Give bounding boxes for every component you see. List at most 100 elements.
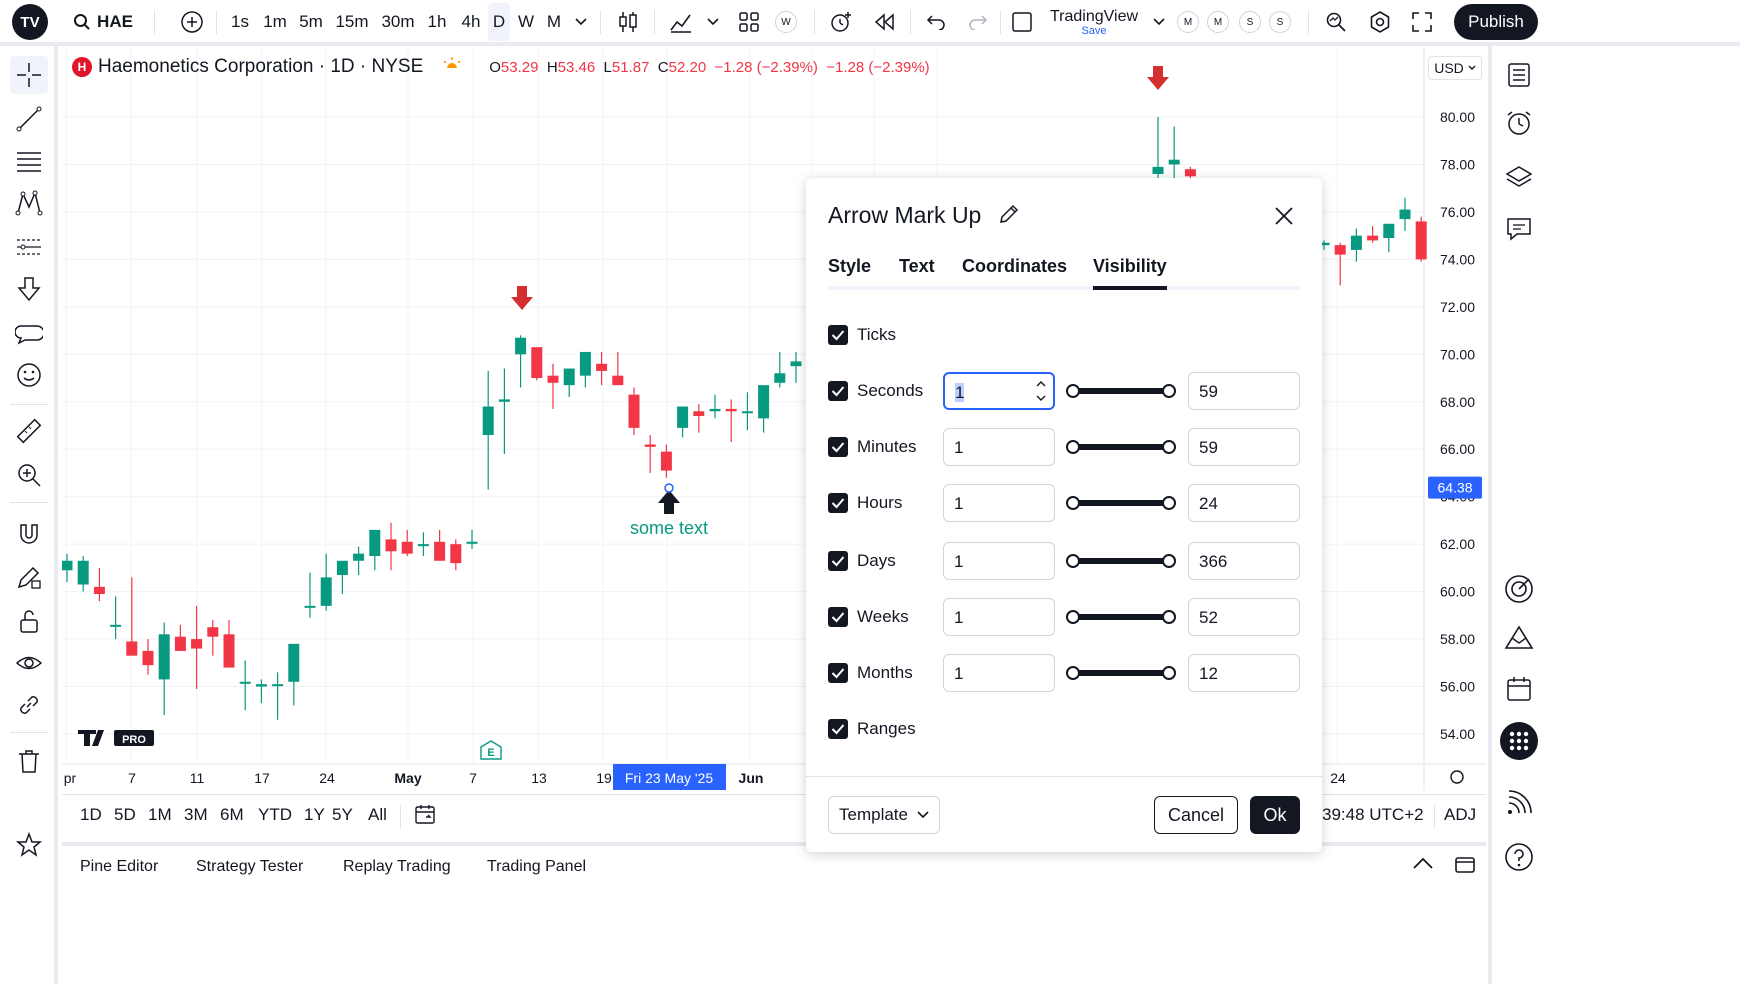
slider-max-handle[interactable]: [1162, 554, 1176, 568]
candle-body[interactable]: [158, 634, 170, 680]
object-tree-button[interactable]: [1500, 158, 1538, 196]
candle-body[interactable]: [596, 363, 608, 371]
slider-min-handle[interactable]: [1066, 610, 1080, 624]
arrow-tool[interactable]: [10, 270, 48, 308]
fib-tool[interactable]: [10, 142, 48, 180]
minutes-to-input[interactable]: 59: [1188, 428, 1300, 466]
candle-body[interactable]: [1399, 209, 1411, 220]
visibility-tool[interactable]: [10, 644, 48, 682]
candle-body[interactable]: [1367, 235, 1379, 241]
cancel-button[interactable]: Cancel: [1154, 796, 1238, 834]
tab-trading-panel[interactable]: Trading Panel: [487, 858, 586, 876]
ranges-checkbox[interactable]: [828, 719, 848, 739]
help-button[interactable]: [1500, 838, 1538, 876]
compare-symbol-button[interactable]: [178, 0, 206, 44]
tab-style[interactable]: Style: [828, 256, 871, 290]
candle-body[interactable]: [579, 351, 591, 376]
calendar-button[interactable]: [1500, 670, 1538, 708]
timeframe-1m[interactable]: 1m: [260, 3, 290, 41]
candle-body[interactable]: [434, 541, 446, 561]
candle-body[interactable]: [660, 451, 672, 471]
candle-body[interactable]: [304, 605, 316, 608]
slider-max-handle[interactable]: [1162, 610, 1176, 624]
candle-body[interactable]: [353, 553, 365, 561]
watchlist-badge[interactable]: W: [774, 0, 798, 44]
candle-body[interactable]: [1168, 159, 1180, 165]
ok-button[interactable]: Ok: [1250, 796, 1300, 834]
candle-body[interactable]: [174, 636, 186, 651]
stepper-arrows[interactable]: [1035, 378, 1047, 409]
candle-body[interactable]: [385, 539, 397, 552]
seconds-checkbox[interactable]: [828, 381, 848, 401]
candle-body[interactable]: [239, 681, 251, 684]
candle-body[interactable]: [417, 544, 429, 547]
hours-checkbox[interactable]: [828, 493, 848, 513]
timeframe-15m[interactable]: 15m: [332, 3, 372, 41]
candle-body[interactable]: [498, 399, 510, 402]
candle-body[interactable]: [126, 641, 138, 656]
range-ytd[interactable]: YTD: [258, 805, 292, 825]
arrow-annotation-text[interactable]: some text: [630, 518, 708, 538]
emoji-tool[interactable]: [10, 356, 48, 394]
minutes-from-input[interactable]: 1: [943, 428, 1055, 466]
remove-drawings-tool[interactable]: [10, 742, 48, 780]
slider-min-handle[interactable]: [1066, 496, 1080, 510]
settings-button[interactable]: [1366, 0, 1394, 44]
months-checkbox[interactable]: [828, 663, 848, 683]
crosshair-tool[interactable]: [10, 56, 48, 94]
arrow-mark-down[interactable]: [1147, 66, 1169, 90]
days-range-slider[interactable]: [1066, 554, 1176, 568]
apps-button[interactable]: [1500, 722, 1538, 760]
ticks-checkbox[interactable]: [828, 325, 848, 345]
days-to-input[interactable]: 366: [1188, 542, 1300, 580]
layout-square-button[interactable]: [1008, 0, 1036, 44]
badge-m-0[interactable]: M: [1176, 0, 1200, 44]
candle-body[interactable]: [790, 361, 802, 367]
candle-body[interactable]: [1383, 223, 1395, 239]
collapse-panel-button[interactable]: [1412, 856, 1434, 875]
candle-body[interactable]: [563, 368, 575, 386]
months-from-input[interactable]: 1: [943, 654, 1055, 692]
slider-min-handle[interactable]: [1066, 666, 1080, 680]
badge-s-2[interactable]: S: [1238, 0, 1262, 44]
candle-body[interactable]: [774, 373, 786, 383]
timeframe-5m[interactable]: 5m: [296, 3, 326, 41]
minutes-checkbox[interactable]: [828, 437, 848, 457]
candle-body[interactable]: [1334, 245, 1346, 255]
candle-body[interactable]: [142, 650, 154, 666]
timeframe-D[interactable]: D: [488, 3, 510, 41]
tab-strategy-tester[interactable]: Strategy Tester: [196, 858, 303, 876]
days-from-input[interactable]: 1: [943, 542, 1055, 580]
layout-name-button[interactable]: TradingView Save: [1044, 0, 1144, 44]
tradingview-logo[interactable]: TV: [12, 0, 48, 44]
candle-body[interactable]: [62, 560, 73, 571]
watchlist-button[interactable]: [1500, 56, 1538, 94]
candle-body[interactable]: [466, 541, 478, 544]
candle-body[interactable]: [1184, 169, 1196, 177]
legend-title[interactable]: Haemonetics Corporation · 1D · NYSE: [98, 56, 423, 78]
lock-tool[interactable]: [10, 602, 48, 640]
layout-button[interactable]: [736, 0, 762, 44]
candle-body[interactable]: [758, 385, 770, 419]
months-range-slider[interactable]: [1066, 666, 1176, 680]
candle-body[interactable]: [531, 347, 543, 379]
chart-type-button[interactable]: [614, 0, 642, 44]
tab-coordinates[interactable]: Coordinates: [962, 256, 1067, 290]
candle-body[interactable]: [110, 624, 122, 627]
publish-button[interactable]: Publish: [1454, 0, 1538, 44]
trend-line-tool[interactable]: [10, 100, 48, 138]
minutes-range-slider[interactable]: [1066, 440, 1176, 454]
range-1m[interactable]: 1M: [148, 805, 172, 825]
slider-max-handle[interactable]: [1162, 496, 1176, 510]
candle-body[interactable]: [255, 684, 267, 687]
candle-body[interactable]: [741, 411, 753, 414]
magnet-tool[interactable]: [10, 516, 48, 554]
seconds-range-slider[interactable]: [1066, 384, 1176, 398]
tab-replay-trading[interactable]: Replay Trading: [343, 858, 451, 876]
timeframe-4h[interactable]: 4h: [456, 3, 486, 41]
edit-title-button[interactable]: [998, 203, 1020, 231]
candle-body[interactable]: [644, 444, 656, 447]
alerts-button[interactable]: [1500, 104, 1538, 142]
slider-min-handle[interactable]: [1066, 554, 1080, 568]
arrow-mark-up[interactable]: [658, 490, 680, 514]
